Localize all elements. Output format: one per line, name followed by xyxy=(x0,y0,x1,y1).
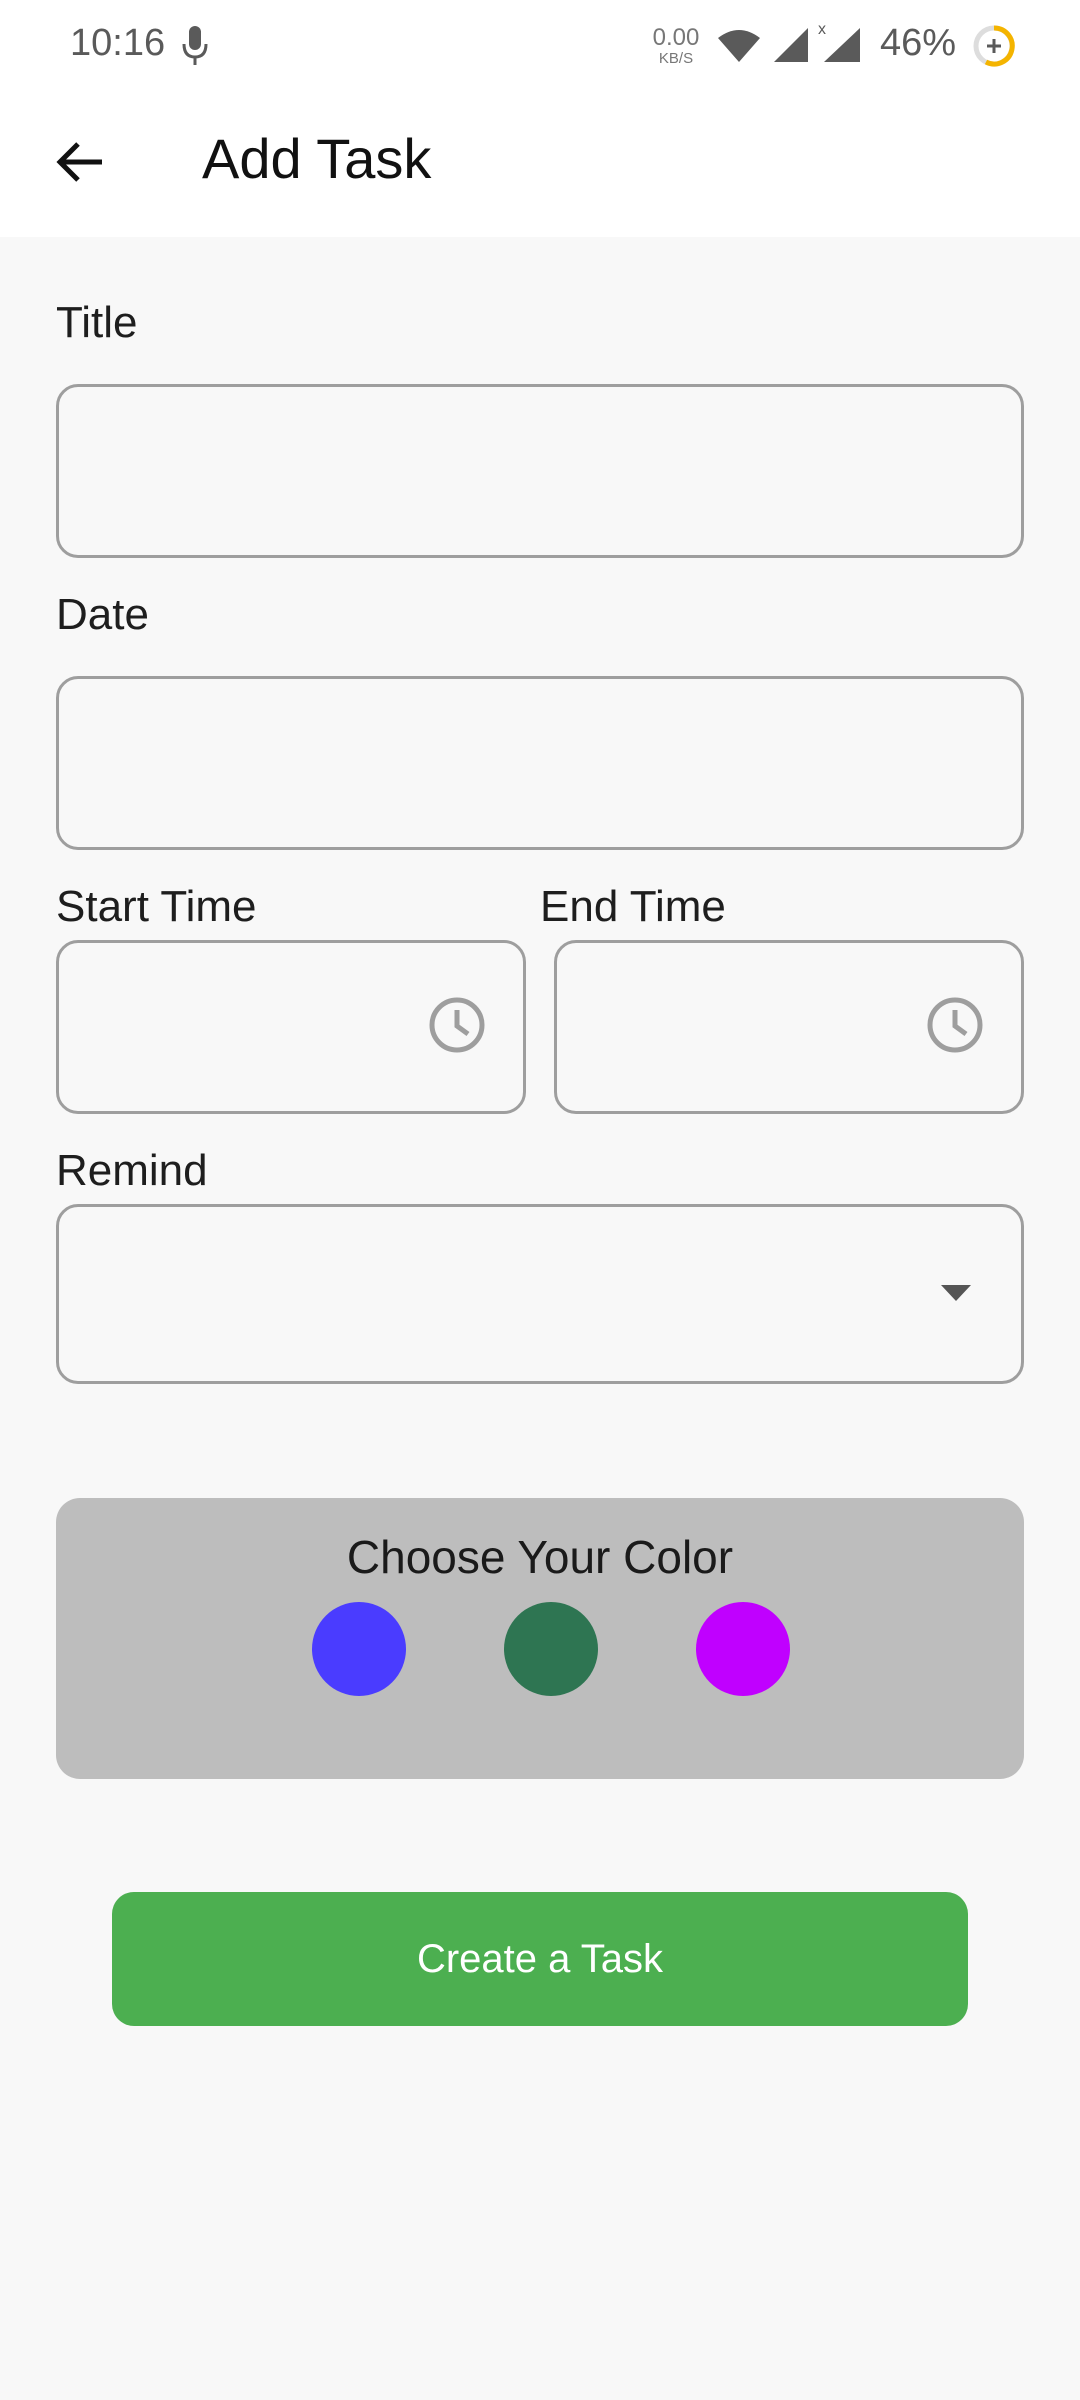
remind-dropdown[interactable] xyxy=(56,1204,1024,1384)
color-option-purple[interactable] xyxy=(696,1602,790,1696)
page-title: Add Task xyxy=(202,127,432,190)
start-time-label: Start Time xyxy=(56,882,257,931)
color-picker-title: Choose Your Color xyxy=(346,1531,734,1583)
wifi-icon xyxy=(718,30,760,62)
date-label: Date xyxy=(56,590,149,639)
title-field[interactable] xyxy=(56,384,1024,558)
back-button[interactable] xyxy=(40,122,120,202)
battery-saver-icon xyxy=(973,25,1015,67)
chevron-down-icon xyxy=(941,1285,971,1301)
battery-percent: 46% xyxy=(880,22,957,64)
end-time-field[interactable] xyxy=(554,940,1024,1114)
color-option-blue[interactable] xyxy=(312,1602,406,1696)
app-bar: Add Task xyxy=(0,92,1080,237)
date-input[interactable] xyxy=(59,679,1021,847)
title-input[interactable] xyxy=(59,387,1021,555)
network-speed-value: 0.00 xyxy=(652,24,700,51)
svg-text:x: x xyxy=(818,21,826,38)
color-option-green[interactable] xyxy=(504,1602,598,1696)
signal-icon xyxy=(774,28,808,62)
color-picker-panel: Choose Your Color xyxy=(56,1498,1024,1779)
clock-icon[interactable] xyxy=(925,995,985,1055)
status-bar: 10:16 0.00 KB/S x 46% xyxy=(0,0,1080,92)
network-speed-unit: KB/S xyxy=(658,50,694,67)
status-time: 10:16 xyxy=(70,22,166,64)
remind-label: Remind xyxy=(56,1146,208,1195)
date-field[interactable] xyxy=(56,676,1024,850)
mic-icon xyxy=(182,26,208,65)
arrow-left-icon xyxy=(56,142,102,182)
end-time-label: End Time xyxy=(540,882,726,931)
clock-icon[interactable] xyxy=(427,995,487,1055)
title-label: Title xyxy=(56,298,138,347)
network-speed: 0.00 KB/S xyxy=(646,24,706,67)
signal-no-data-icon: x xyxy=(818,21,860,62)
create-task-button[interactable]: Create a Task xyxy=(112,1892,968,2026)
start-time-field[interactable] xyxy=(56,940,526,1114)
